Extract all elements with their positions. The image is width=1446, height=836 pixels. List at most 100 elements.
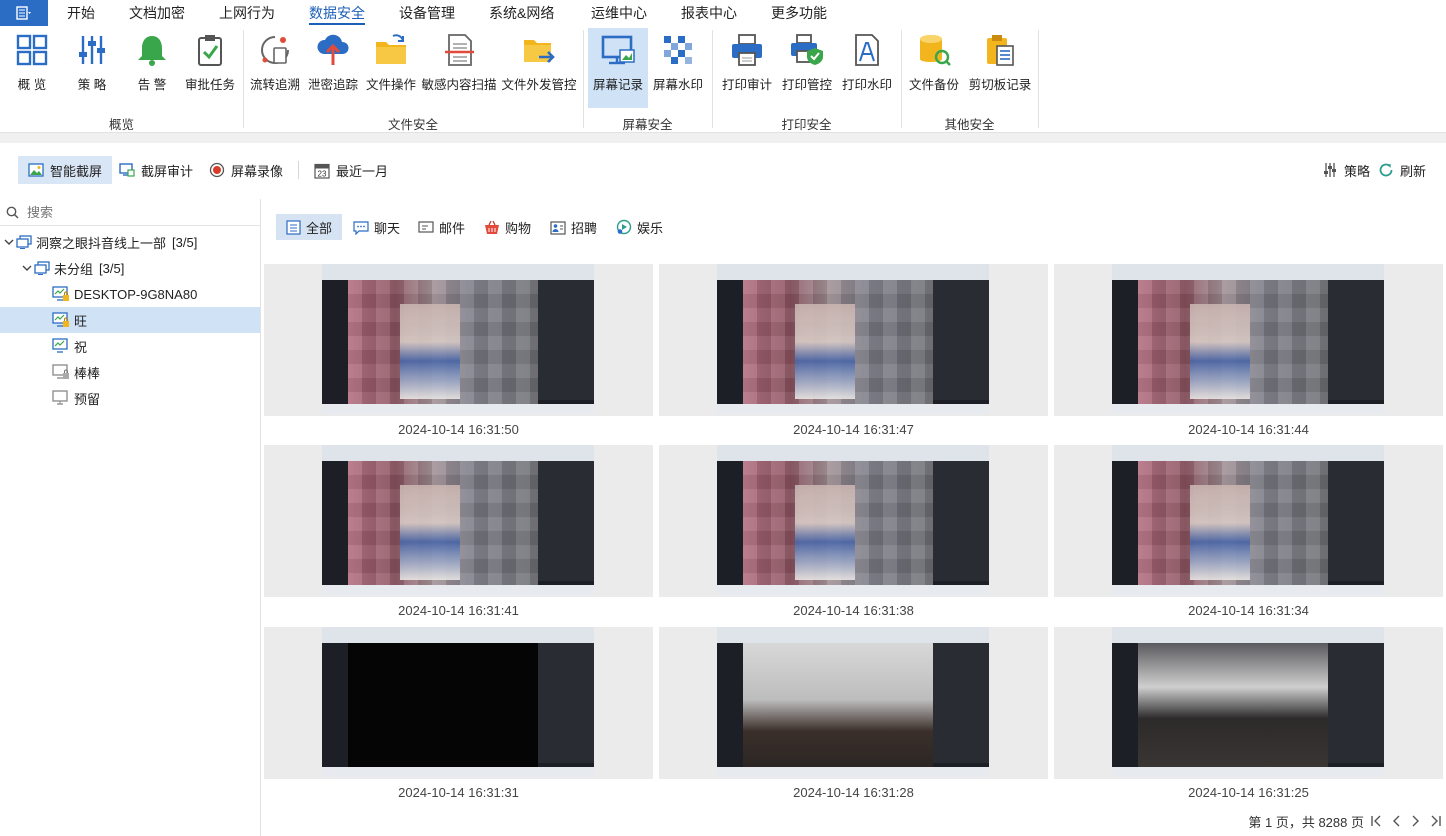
- screen-watermark-button[interactable]: 屏幕水印: [650, 28, 706, 108]
- overview-label: 概 览: [17, 78, 47, 92]
- tree-node-group[interactable]: 未分组 [3/5]: [0, 255, 260, 281]
- screen-watermark-label: 屏幕水印: [652, 78, 703, 92]
- flow-trace-button[interactable]: 流转追溯: [248, 28, 302, 108]
- approval-tasks-button[interactable]: 审批任务: [182, 28, 238, 108]
- leak-cloud-icon: [317, 34, 349, 65]
- sensitive-scan-icon: [445, 34, 474, 66]
- leak-trace-button[interactable]: 泄密追踪: [306, 28, 360, 108]
- refresh-button[interactable]: 刷新: [1368, 156, 1436, 184]
- menu-tab-report-center[interactable]: 报表中心: [681, 0, 737, 26]
- clipboard-record-button[interactable]: 剪切板记录: [966, 28, 1034, 108]
- file-backup-label: 文件备份: [908, 78, 959, 92]
- policy-sliders-icon: [79, 36, 105, 64]
- group-label-screen-security: 屏幕安全: [622, 118, 673, 132]
- print-watermark-icon: [855, 34, 879, 66]
- first-page-icon[interactable]: [1368, 812, 1384, 830]
- screenshot-time: 2024-10-14 16:31:44: [1188, 422, 1309, 437]
- print-audit-button[interactable]: 打印审计: [718, 28, 776, 108]
- screenshot-image: [322, 445, 594, 595]
- sensitive-scan-label: 敏感内容扫描: [421, 78, 497, 92]
- category-entertainment[interactable]: 娱乐: [606, 214, 673, 240]
- capture-audit-button[interactable]: 截屏审计: [109, 156, 203, 184]
- category-entertainment-label: 娱乐: [637, 220, 664, 236]
- computer-group-icon: [16, 235, 32, 249]
- screen-video-button[interactable]: 屏幕录像: [199, 156, 293, 184]
- image-icon: [28, 163, 44, 177]
- screenshot-frame: [264, 627, 653, 779]
- print-control-button[interactable]: 打印管控: [778, 28, 836, 108]
- device-row[interactable]: 棒棒: [0, 359, 260, 385]
- menu-tab-start[interactable]: 开始: [67, 0, 95, 26]
- tree-node-root[interactable]: 洞察之眼抖音线上一部 [3/5]: [0, 229, 260, 255]
- menu-tab-web-behavior[interactable]: 上网行为: [219, 0, 275, 26]
- screenshot-time: 2024-10-14 16:31:50: [398, 422, 519, 437]
- calendar-icon: 23: [314, 163, 330, 178]
- printer-icon: [732, 34, 762, 66]
- screenshot-time: 2024-10-14 16:31:31: [398, 785, 519, 800]
- overview-button[interactable]: 概 览: [8, 28, 56, 108]
- category-shopping-label: 购物: [505, 220, 532, 236]
- shopping-basket-icon: [485, 220, 499, 234]
- file-operation-button[interactable]: 文件操作: [364, 28, 418, 108]
- app-menu-icon: [16, 6, 31, 20]
- next-page-icon[interactable]: [1408, 812, 1424, 830]
- capture-audit-label: 截屏审计: [141, 163, 194, 179]
- file-operation-label: 文件操作: [365, 78, 416, 92]
- screenshot-image: [717, 264, 989, 414]
- alarm-label: 告 警: [137, 78, 167, 92]
- ribbon: 概 览 策 略 告 警 审批任务 流转追溯 泄密追踪 文件操作 敏感内容扫描 文…: [0, 26, 1446, 132]
- category-recruitment[interactable]: 招聘: [540, 214, 607, 240]
- online-computer-icon: [52, 338, 70, 354]
- file-send-control-button[interactable]: 文件外发管控: [500, 28, 578, 108]
- screenshot-image: [1112, 445, 1384, 595]
- alarm-bell-icon: [138, 36, 166, 66]
- device-row[interactable]: 祝: [0, 333, 260, 359]
- menu-tab-data-security[interactable]: 数据安全: [309, 0, 365, 26]
- file-backup-button[interactable]: 文件备份: [906, 28, 962, 108]
- category-shopping[interactable]: 购物: [474, 214, 541, 240]
- device-row-selected[interactable]: 旺: [0, 307, 260, 333]
- menu-bar: 开始 文档加密 上网行为 数据安全 设备管理 系统&网络 运维中心 报表中心 更…: [0, 0, 1446, 26]
- search-input[interactable]: [25, 203, 249, 221]
- policy-toolbar-label: 策略: [1344, 163, 1371, 179]
- print-control-label: 打印管控: [781, 78, 832, 92]
- sliders-icon: [1324, 163, 1336, 177]
- screen-watermark-icon: [664, 36, 692, 64]
- screenshot-time: 2024-10-14 16:31:38: [793, 603, 914, 618]
- menu-tab-ops-center[interactable]: 运维中心: [591, 0, 647, 26]
- file-folder-icon: [376, 34, 406, 64]
- screen-video-label: 屏幕录像: [231, 163, 284, 179]
- pager: 第 1 页，共 8288 页: [261, 808, 1446, 834]
- app-menu-button[interactable]: [0, 0, 48, 26]
- last-page-icon[interactable]: [1428, 812, 1444, 830]
- flow-trace-label: 流转追溯: [249, 78, 300, 92]
- policy-button[interactable]: 策 略: [68, 28, 116, 108]
- policy-label: 策 略: [77, 78, 107, 92]
- chevron-down-icon[interactable]: [20, 263, 34, 273]
- search-icon: [6, 206, 19, 219]
- device-row[interactable]: 预留: [0, 385, 260, 411]
- menu-tab-doc-encryption[interactable]: 文档加密: [129, 0, 185, 26]
- date-range-button[interactable]: 23 最近一月: [304, 156, 398, 184]
- menu-tab-more[interactable]: 更多功能: [771, 0, 827, 26]
- category-chat[interactable]: 聊天: [343, 214, 410, 240]
- category-mail[interactable]: 邮件: [408, 214, 475, 240]
- chevron-down-icon[interactable]: [2, 237, 16, 247]
- tree-node-root-label: 洞察之眼抖音线上一部: [36, 235, 167, 251]
- page-info: 第 1 页，共 8288 页: [1248, 815, 1364, 830]
- device-tree-panel: 洞察之眼抖音线上一部 [3/5] 未分组 [3/5] DESKTOP-9G8NA…: [0, 199, 261, 836]
- screenshot-time: 2024-10-14 16:31:25: [1188, 785, 1309, 800]
- device-row[interactable]: DESKTOP-9G8NA80: [0, 281, 260, 307]
- alarm-button[interactable]: 告 警: [128, 28, 176, 108]
- sensitive-scan-button[interactable]: 敏感内容扫描: [420, 28, 498, 108]
- prev-page-icon[interactable]: [1388, 812, 1404, 830]
- print-watermark-button[interactable]: 打印水印: [838, 28, 896, 108]
- overview-grid-icon: [16, 34, 48, 66]
- smart-capture-button[interactable]: 智能截屏: [18, 156, 113, 184]
- menu-tab-device-management[interactable]: 设备管理: [399, 0, 455, 26]
- screen-record-button[interactable]: 屏幕记录: [588, 28, 648, 108]
- category-all[interactable]: 全部: [276, 214, 343, 240]
- screenshot-frame: [1054, 627, 1443, 779]
- screenshot-frame: [659, 445, 1048, 597]
- menu-tab-system-network[interactable]: 系统&网络: [489, 0, 554, 26]
